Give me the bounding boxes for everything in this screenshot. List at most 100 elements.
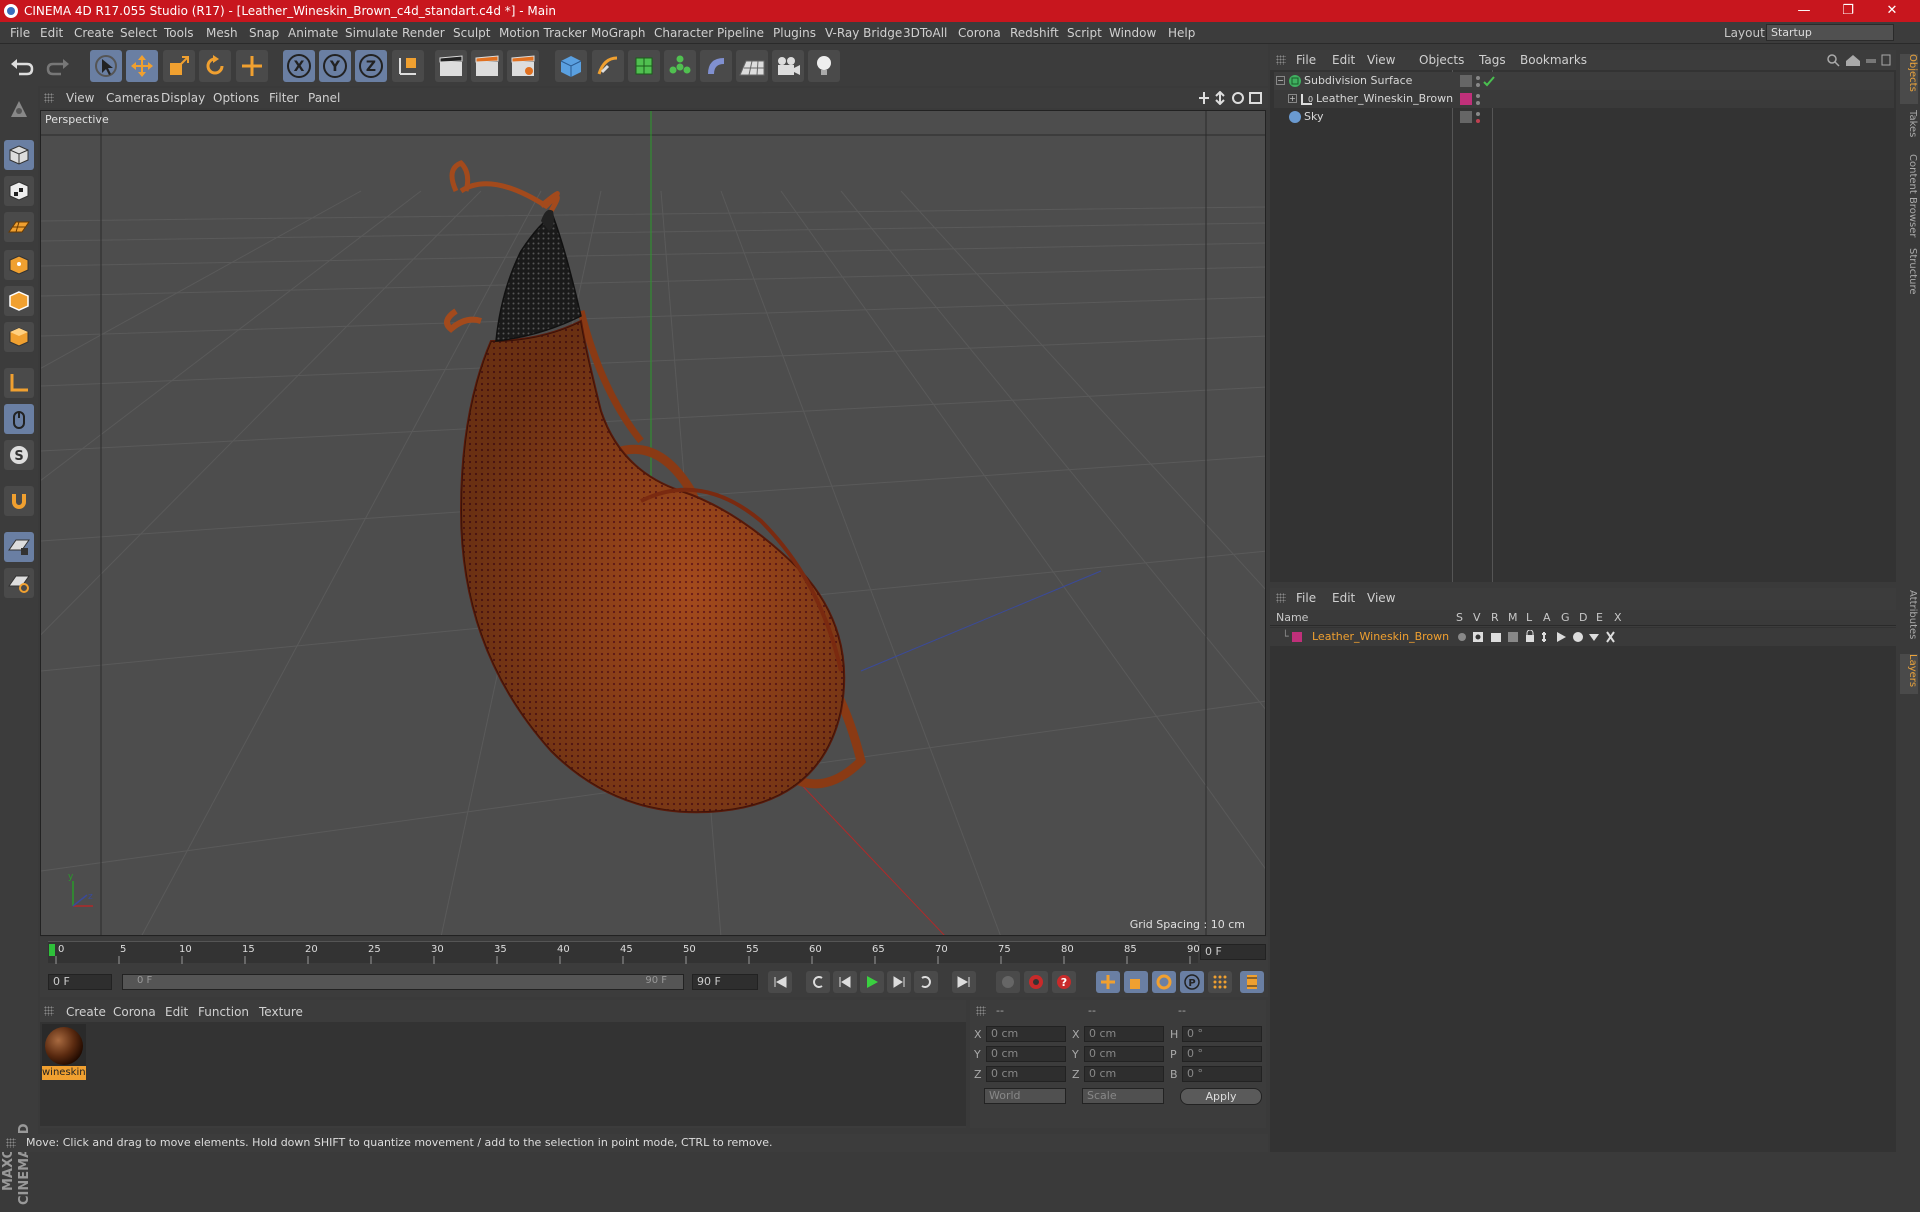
collapse-toggle-icon[interactable]: − (1276, 76, 1285, 85)
tab-content-browser[interactable]: Content Browser (1900, 154, 1918, 244)
expand-toggle-icon[interactable]: + (1288, 94, 1297, 103)
x-axis-lock-button[interactable]: X (283, 50, 315, 82)
object-name[interactable]: Leather_Wineskin_Brown (1316, 90, 1453, 108)
viewport-menu-options[interactable]: Options (213, 91, 259, 105)
panel-grip-icon[interactable] (44, 1006, 54, 1016)
restore-button[interactable]: ❐ (1828, 0, 1868, 22)
coord-rot-h-field[interactable]: 0 ° (1182, 1026, 1262, 1042)
menu-sculpt[interactable]: Sculpt (453, 26, 490, 40)
menu-mesh[interactable]: Mesh (206, 26, 238, 40)
tweak-mode-button[interactable] (4, 404, 34, 434)
material-name[interactable]: wineskin (42, 1066, 86, 1080)
menu-pipeline[interactable]: Pipeline (717, 26, 764, 40)
objects-menu-view[interactable]: View (1367, 53, 1395, 67)
objects-menu-objects[interactable]: Objects (1419, 53, 1464, 67)
previous-key-button[interactable] (806, 971, 830, 993)
max-frame-field[interactable]: 90 F (692, 974, 758, 990)
menu-help[interactable]: Help (1168, 26, 1195, 40)
visibility-dots-icon[interactable] (1474, 110, 1496, 124)
coord-size-z-field[interactable]: 0 cm (1084, 1066, 1164, 1082)
next-key-button[interactable] (914, 971, 938, 993)
menu-motion-tracker[interactable]: Motion Tracker (499, 26, 587, 40)
add-array-button[interactable] (664, 50, 696, 82)
render-settings-button[interactable] (507, 50, 539, 82)
record-keys-disabled-button[interactable] (996, 971, 1020, 993)
coord-rot-b-field[interactable]: 0 ° (1182, 1066, 1262, 1082)
panel-grip-icon[interactable] (44, 93, 54, 103)
menu-simulate[interactable]: Simulate (345, 26, 398, 40)
menu-select[interactable]: Select (120, 26, 157, 40)
next-frame-button[interactable] (887, 971, 911, 993)
layer-color-icon[interactable] (1460, 93, 1472, 105)
workplane-mode-button[interactable] (4, 212, 34, 242)
live-selection-tool[interactable] (90, 50, 122, 82)
polygons-mode-button[interactable] (4, 322, 34, 352)
layer-color-swatch[interactable] (1292, 632, 1302, 642)
coord-rot-p-field[interactable]: 0 ° (1182, 1046, 1262, 1062)
tab-structure[interactable]: Structure (1900, 248, 1918, 300)
material-menu-function[interactable]: Function (198, 1005, 249, 1019)
perspective-viewport[interactable]: y z Perspective Grid Spacing : 10 cm (40, 110, 1266, 936)
layer-row[interactable]: └ Leather_Wineskin_Brown (1270, 628, 1896, 646)
material-menu-edit[interactable]: Edit (165, 1005, 188, 1019)
objects-menu-file[interactable]: File (1296, 53, 1316, 67)
timeline-ruler[interactable]: 0 5 10 15 20 25 30 35 40 45 50 55 60 65 … (40, 937, 1268, 967)
play-forward-button[interactable] (860, 971, 884, 993)
object-row-sky[interactable]: Sky (1274, 108, 1894, 126)
objects-toolbar-icons[interactable] (1826, 53, 1892, 67)
menu-create[interactable]: Create (74, 26, 114, 40)
edges-mode-button[interactable] (4, 286, 34, 316)
visibility-dots-icon[interactable] (1474, 92, 1496, 106)
add-cube-button[interactable] (555, 50, 587, 82)
coordinate-system-button[interactable] (392, 50, 424, 82)
layers-menu-view[interactable]: View (1367, 591, 1395, 605)
key-rotation-button[interactable] (1152, 971, 1176, 993)
menu-mograph[interactable]: MoGraph (591, 26, 646, 40)
viewport-menu-filter[interactable]: Filter (269, 91, 299, 105)
objects-menu-edit[interactable]: Edit (1332, 53, 1355, 67)
menu-file[interactable]: File (10, 26, 30, 40)
apply-button[interactable]: Apply (1180, 1088, 1262, 1105)
key-position-button[interactable] (1096, 971, 1120, 993)
timeline-track[interactable]: 0 5 10 15 20 25 30 35 40 45 50 55 60 65 … (48, 941, 1200, 964)
menu-corona[interactable]: Corona (958, 26, 1001, 40)
add-generator-button[interactable] (628, 50, 660, 82)
panel-grip-icon[interactable] (976, 1006, 986, 1016)
last-tool[interactable] (236, 50, 268, 82)
object-name[interactable]: Sky (1304, 108, 1323, 126)
record-active-objects-button[interactable] (1024, 971, 1048, 993)
current-frame-field[interactable]: 0 F (1200, 944, 1266, 960)
panel-grip-icon[interactable] (1276, 593, 1286, 603)
key-parameter-button[interactable]: P (1180, 971, 1204, 993)
autokeying-button[interactable]: ? (1052, 971, 1076, 993)
preview-range-slider[interactable]: 0 F 90 F (122, 974, 684, 990)
wineskin-model[interactable] (444, 160, 866, 814)
previous-frame-button[interactable] (833, 971, 857, 993)
go-to-end-button[interactable] (952, 971, 976, 993)
rotate-tool[interactable] (199, 50, 231, 82)
layer-tag-icon[interactable] (1460, 75, 1472, 87)
model-mode-button[interactable] (4, 140, 34, 170)
viewport-nav-icons[interactable] (1198, 91, 1264, 105)
menu-tools[interactable]: Tools (164, 26, 194, 40)
playhead[interactable] (49, 944, 55, 956)
menu-character[interactable]: Character (654, 26, 713, 40)
size-mode-select[interactable]: Scale (1082, 1088, 1164, 1104)
material-menu-corona[interactable]: Corona (113, 1005, 156, 1019)
minimize-button[interactable]: — (1784, 0, 1824, 22)
planar-workplane-button[interactable] (4, 568, 34, 598)
tab-objects[interactable]: Objects (1900, 54, 1918, 104)
tab-attributes[interactable]: Attributes (1900, 590, 1918, 650)
tab-layers[interactable]: Layers (1900, 654, 1918, 694)
layout-select[interactable]: Startup (1766, 24, 1894, 41)
move-tool[interactable] (126, 50, 158, 82)
key-scale-button[interactable] (1124, 971, 1148, 993)
redo-button[interactable] (42, 50, 74, 82)
objects-menu-tags[interactable]: Tags (1479, 53, 1506, 67)
panel-grip-icon[interactable] (1276, 55, 1286, 65)
lock-workplane-button[interactable] (4, 532, 34, 562)
visibility-check-icon[interactable] (1474, 74, 1496, 88)
tab-takes[interactable]: Takes (1900, 110, 1918, 150)
menu-render[interactable]: Render (402, 26, 445, 40)
object-row-leather-wineskin[interactable]: + 0 Leather_Wineskin_Brown (1274, 90, 1894, 108)
